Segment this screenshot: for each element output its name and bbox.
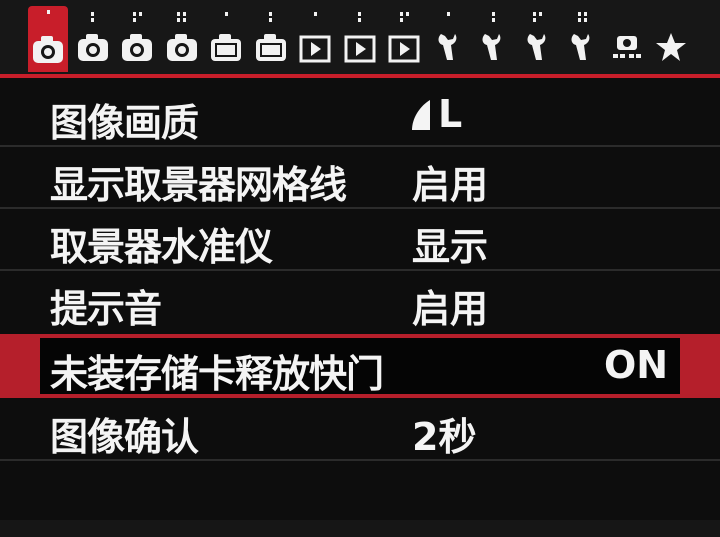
tab-page-indicator — [340, 12, 380, 22]
play-icon — [298, 30, 332, 64]
fine-quality-icon — [412, 100, 430, 130]
menu-item-value: L — [438, 92, 463, 136]
menu-item-label: 未装存储卡释放快门 — [50, 352, 384, 396]
tab-custom-functions[interactable] — [607, 8, 647, 70]
wrench-icon — [565, 30, 599, 64]
tab-my-menu[interactable] — [651, 8, 691, 70]
menu-item-label: 图像确认 — [50, 415, 199, 459]
menu-item-value: ON — [604, 343, 669, 387]
menu-item-label: 取景器水准仪 — [50, 225, 273, 269]
tab-setup-3[interactable] — [518, 8, 558, 70]
row-divider — [0, 459, 720, 461]
row-divider — [0, 269, 720, 271]
camera-icon — [31, 32, 65, 66]
tab-page-indicator — [206, 12, 246, 16]
camera-icon — [120, 30, 154, 64]
menu-item-value: 启用 — [412, 287, 489, 331]
tab-setup-2[interactable] — [473, 8, 513, 70]
menu-item-value: 启用 — [412, 163, 489, 207]
tab-page-indicator — [473, 12, 513, 22]
camera-icon — [165, 30, 199, 64]
camera-box-icon — [209, 30, 243, 64]
play-icon — [343, 30, 377, 64]
tab-page-indicator — [295, 12, 335, 16]
tab-page-indicator — [251, 12, 291, 22]
custom-function-icon — [610, 30, 644, 64]
tab-page-indicator — [162, 12, 202, 22]
tab-shooting-6[interactable] — [251, 8, 291, 70]
camera-icon — [76, 30, 110, 64]
bottom-strip — [0, 520, 720, 537]
tab-playback-1[interactable] — [295, 8, 335, 70]
tab-setup-4[interactable] — [562, 8, 602, 70]
wrench-icon — [521, 30, 555, 64]
tab-page-indicator — [28, 10, 68, 14]
play-icon — [387, 30, 421, 64]
row-divider — [0, 145, 720, 147]
tab-shooting-5[interactable] — [206, 8, 246, 70]
tab-setup-1[interactable] — [429, 8, 469, 70]
tab-page-indicator — [384, 12, 424, 22]
tab-shooting-3[interactable] — [117, 8, 157, 70]
menu-item-value: 显示 — [412, 225, 489, 269]
menu-item-label: 图像画质 — [50, 101, 199, 145]
camera-menu-screen: 图像画质 L 显示取景器网格线 启用 取景器水准仪 显示 提示音 启用 未装存储… — [0, 0, 720, 537]
tab-page-indicator — [562, 12, 602, 22]
camera-box-icon — [254, 30, 288, 64]
tab-shooting-2[interactable] — [73, 8, 113, 70]
tab-page-indicator — [429, 12, 469, 16]
menu-item-value: 2秒 — [412, 415, 477, 459]
tab-shooting-1[interactable] — [28, 6, 68, 72]
tab-page-indicator — [73, 12, 113, 22]
tab-underline — [0, 74, 720, 78]
menu-item-viewfinder-level[interactable]: 取景器水准仪 显示 — [0, 210, 720, 269]
star-icon — [654, 30, 688, 64]
menu-item-beep[interactable]: 提示音 启用 — [0, 272, 720, 331]
tab-page-indicator — [518, 12, 558, 22]
tab-page-indicator — [117, 12, 157, 22]
row-divider — [0, 207, 720, 209]
wrench-icon — [476, 30, 510, 64]
tab-playback-2[interactable] — [340, 8, 380, 70]
menu-item-image-quality[interactable]: 图像画质 L — [0, 86, 720, 145]
menu-item-image-review[interactable]: 图像确认 2秒 — [0, 400, 720, 459]
tab-playback-3[interactable] — [384, 8, 424, 70]
menu-item-viewfinder-grid[interactable]: 显示取景器网格线 启用 — [0, 148, 720, 207]
wrench-icon — [432, 30, 466, 64]
menu-tab-bar — [0, 0, 720, 78]
tab-shooting-4[interactable] — [162, 8, 202, 70]
menu-item-release-without-card[interactable]: 未装存储卡释放快门 ON — [0, 334, 720, 398]
menu-item-label: 显示取景器网格线 — [50, 163, 347, 207]
menu-item-label: 提示音 — [50, 287, 162, 331]
